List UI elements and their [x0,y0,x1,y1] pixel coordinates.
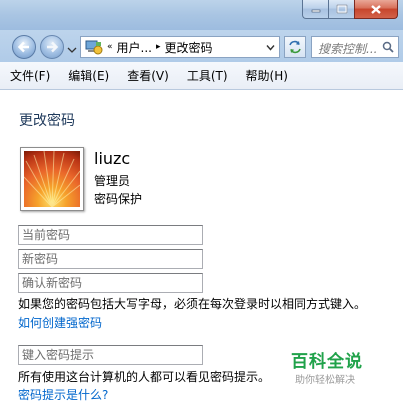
menu-edit[interactable]: 编辑(E) [68,67,109,84]
control-panel-icon [85,40,103,55]
maximize-icon [336,4,347,14]
back-button[interactable] [12,35,36,59]
flower-picture [24,151,80,207]
search-icon[interactable] [382,41,394,53]
refresh-icon [289,40,301,54]
page-title: 更改密码 [19,113,75,129]
search-placeholder: 搜索控制... [318,42,378,56]
arrow-right-icon [47,41,59,53]
breadcrumb-users[interactable]: 用户... [117,39,152,56]
confirm-password-field[interactable] [18,273,203,293]
arrow-left-icon [17,41,29,53]
title-bar[interactable] [0,0,403,30]
menu-file[interactable]: 文件(F) [10,67,50,84]
avatar [20,147,84,211]
forward-button[interactable] [40,35,64,59]
content-area: 更改密码 liuzc 管理员 密码保护 如果您的密码包括大写字母，必须在每次登录… [0,91,403,412]
menu-help[interactable]: 帮助(H) [246,67,288,84]
case-sensitivity-note: 如果您的密码包括大写字母，必须在每次登录时以相同方式键入。 [18,297,367,311]
chevron-down-icon [67,47,77,53]
username: liuzc [94,149,131,168]
new-password-field[interactable] [18,249,203,269]
flower-icon [24,151,80,207]
password-hint-help-link[interactable]: 密码提示是什么? [18,386,108,403]
maximize-button[interactable] [328,0,354,19]
navigation-bar: « 用户... ▸ 更改密码 搜索控制... [0,30,403,62]
breadcrumb-change-password[interactable]: 更改密码 [165,39,213,56]
watermark-subtitle: 助你轻松解决 [295,375,355,386]
watermark-title: 百科全说 [291,352,363,372]
minimize-icon [311,9,320,13]
close-button[interactable] [354,0,398,19]
current-password-field[interactable] [18,225,203,245]
minimize-button[interactable] [302,0,328,19]
refresh-button[interactable] [284,36,306,58]
hint-visibility-note: 所有使用这台计算机的人都可以看见密码提示。 [18,370,271,384]
account-type: 管理员 [94,174,131,188]
password-hint-field[interactable] [18,345,203,365]
menu-view[interactable]: 查看(V) [127,67,169,84]
menu-bar: 文件(F) 编辑(E) 查看(V) 工具(T) 帮助(H) [0,62,403,90]
address-bar[interactable]: « 用户... ▸ 更改密码 [80,36,280,58]
search-box[interactable]: 搜索控制... [311,36,399,58]
close-icon [371,4,381,14]
recent-pages-dropdown[interactable] [67,43,77,53]
menu-tools[interactable]: 工具(T) [187,67,228,84]
password-status: 密码保护 [94,192,143,206]
breadcrumb-overflow[interactable]: « [107,42,113,52]
chevron-down-icon[interactable] [266,44,275,51]
breadcrumb-separator[interactable]: ▸ [156,42,161,52]
strong-password-link[interactable]: 如何创建强密码 [18,314,102,331]
caption-buttons [302,0,398,20]
